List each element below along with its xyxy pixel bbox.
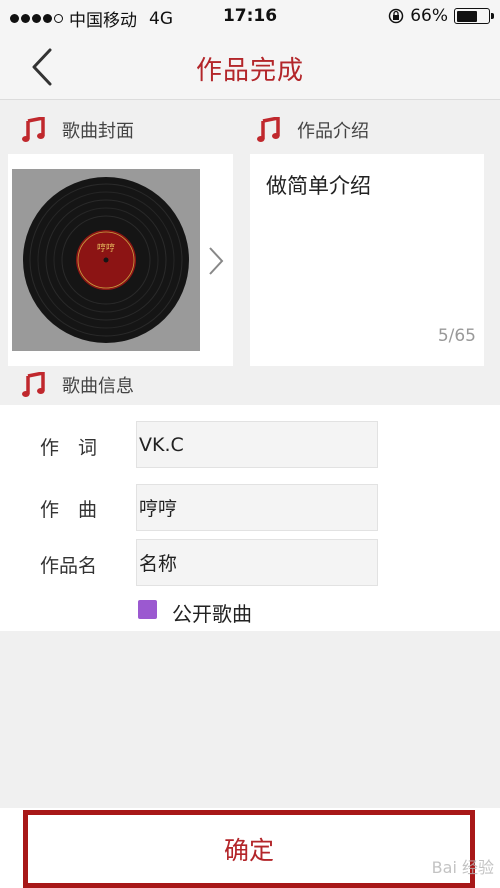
- intro-textarea[interactable]: 做简单介绍: [266, 170, 371, 200]
- info-section-header: 歌曲信息: [22, 372, 134, 398]
- public-label[interactable]: 公开歌曲: [172, 598, 252, 627]
- work-name-label: 作品名: [40, 555, 98, 577]
- battery-percent: 66%: [410, 6, 448, 26]
- record-label-text: 哼哼: [97, 242, 115, 254]
- status-bar-right: 66%: [388, 6, 494, 26]
- cover-section-header: 歌曲封面: [22, 117, 134, 143]
- info-section-label: 歌曲信息: [62, 376, 134, 397]
- composer-label: 作 曲: [40, 499, 98, 521]
- rotation-lock-icon: [388, 8, 404, 24]
- page-title: 作品完成: [195, 56, 304, 86]
- music-note-icon: [22, 117, 45, 142]
- intro-section-header: 作品介绍: [257, 117, 369, 143]
- confirm-area: 确定 Bai 经验: [0, 808, 500, 888]
- nav-bar: 作品完成: [0, 34, 500, 100]
- cover-section-label: 歌曲封面: [62, 121, 134, 142]
- char-counter: 5/65: [437, 326, 476, 346]
- intro-card[interactable]: 做简单介绍 5/65: [250, 154, 484, 366]
- song-info-panel: 作 词 VK.C 作 曲 哼哼 作品名 名称 公开歌曲: [0, 405, 500, 631]
- public-checkbox[interactable]: [138, 600, 157, 619]
- vinyl-record-icon: 哼哼: [23, 177, 189, 343]
- composer-input[interactable]: 哼哼: [136, 484, 378, 531]
- cover-card[interactable]: 哼哼: [8, 154, 233, 366]
- music-note-icon: [22, 372, 45, 397]
- work-name-input[interactable]: 名称: [136, 539, 378, 586]
- battery-fill: [456, 10, 477, 22]
- music-note-icon: [257, 117, 280, 142]
- cover-image[interactable]: 哼哼: [12, 169, 200, 351]
- chevron-right-icon[interactable]: [208, 246, 224, 276]
- battery-icon: [454, 8, 494, 24]
- lyricist-input[interactable]: VK.C: [136, 421, 378, 468]
- status-bar: 中国移动 4G 17:16 66%: [0, 0, 500, 34]
- intro-section-label: 作品介绍: [297, 121, 369, 142]
- confirm-button[interactable]: 确定: [23, 810, 475, 888]
- lyricist-label: 作 词: [40, 437, 98, 459]
- watermark: Bai 经验: [431, 858, 494, 877]
